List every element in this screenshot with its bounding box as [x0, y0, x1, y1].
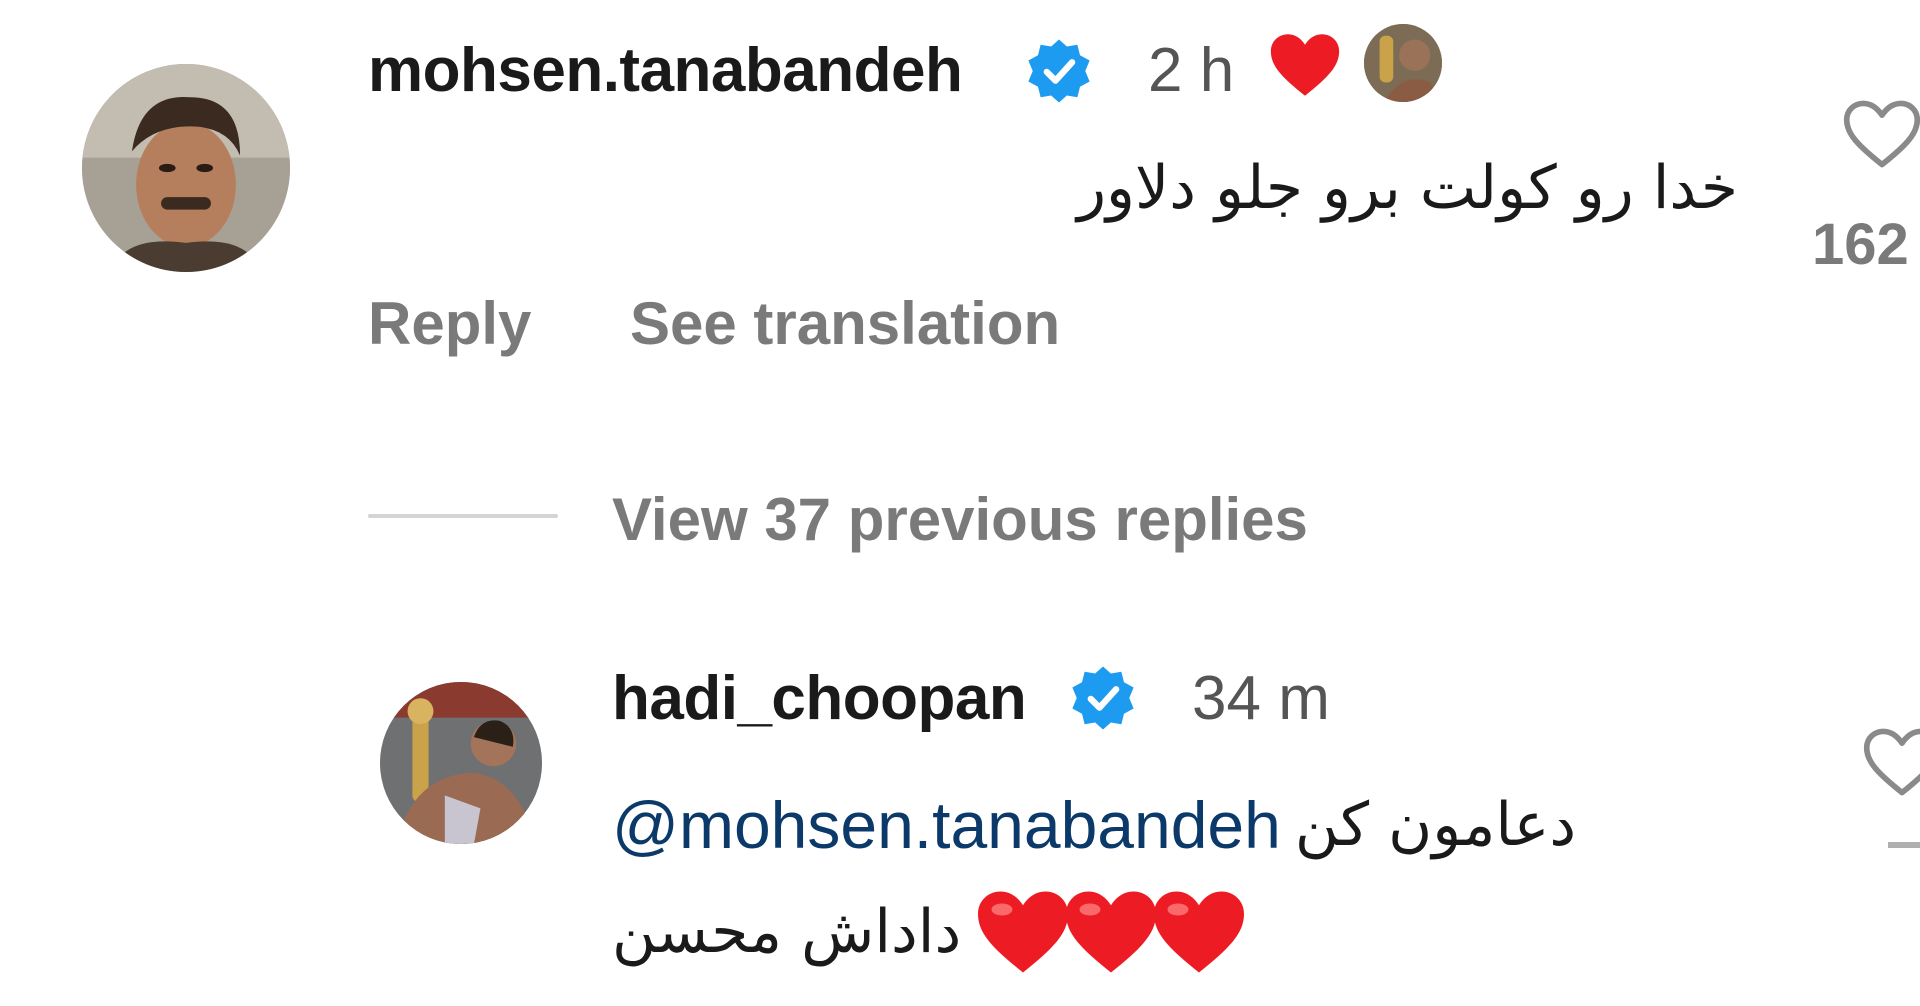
profile-photo — [82, 64, 290, 272]
comment-text: خدا رو کولت برو جلو دلاور — [1077, 153, 1738, 223]
reply-username[interactable]: hadi_choopan — [612, 668, 1027, 730]
reply-text-line-2: داداش محسن — [612, 888, 1332, 976]
red-heart-emoji-icon — [978, 891, 1069, 973]
heart-emojis — [975, 888, 1245, 976]
like-heart-icon[interactable] — [1842, 98, 1920, 170]
like-count: 162 — [1812, 212, 1909, 277]
reply-text-continued: داداش محسن — [612, 897, 962, 967]
mention-link[interactable]: @mohsen.tanabandeh — [612, 792, 1281, 858]
red-heart-emoji-icon — [1066, 891, 1157, 973]
red-heart-emoji-icon — [1154, 891, 1245, 973]
creator-mini-avatar — [1364, 24, 1442, 102]
avatar[interactable] — [82, 64, 290, 272]
verified-badge-icon — [1072, 666, 1134, 730]
reply-button[interactable]: Reply — [368, 294, 531, 354]
reply-text: دعامون کن — [1294, 790, 1577, 860]
view-previous-replies-button[interactable]: View 37 previous replies — [612, 490, 1308, 550]
reply-avatar[interactable] — [380, 682, 542, 844]
reply-timestamp: 34 m — [1192, 664, 1330, 733]
see-translation-button[interactable]: See translation — [630, 294, 1060, 354]
comment-timestamp: 2 h — [1148, 36, 1235, 105]
reply-text-line-1: @mohsen.tanabandeh دعامون کن — [612, 792, 1576, 858]
comment-username[interactable]: mohsen.tanabandeh — [368, 40, 963, 102]
profile-photo — [380, 682, 542, 844]
reply-like-count-fragment — [1888, 842, 1920, 848]
verified-badge-icon — [1028, 39, 1090, 103]
comments-view: mohsen.tanabandeh 2 h خدا رو کولت برو جل… — [0, 0, 1920, 1006]
creator-liked-heart-icon — [1270, 34, 1340, 96]
replies-divider — [368, 514, 558, 518]
reply-like-heart-icon[interactable] — [1862, 726, 1920, 798]
